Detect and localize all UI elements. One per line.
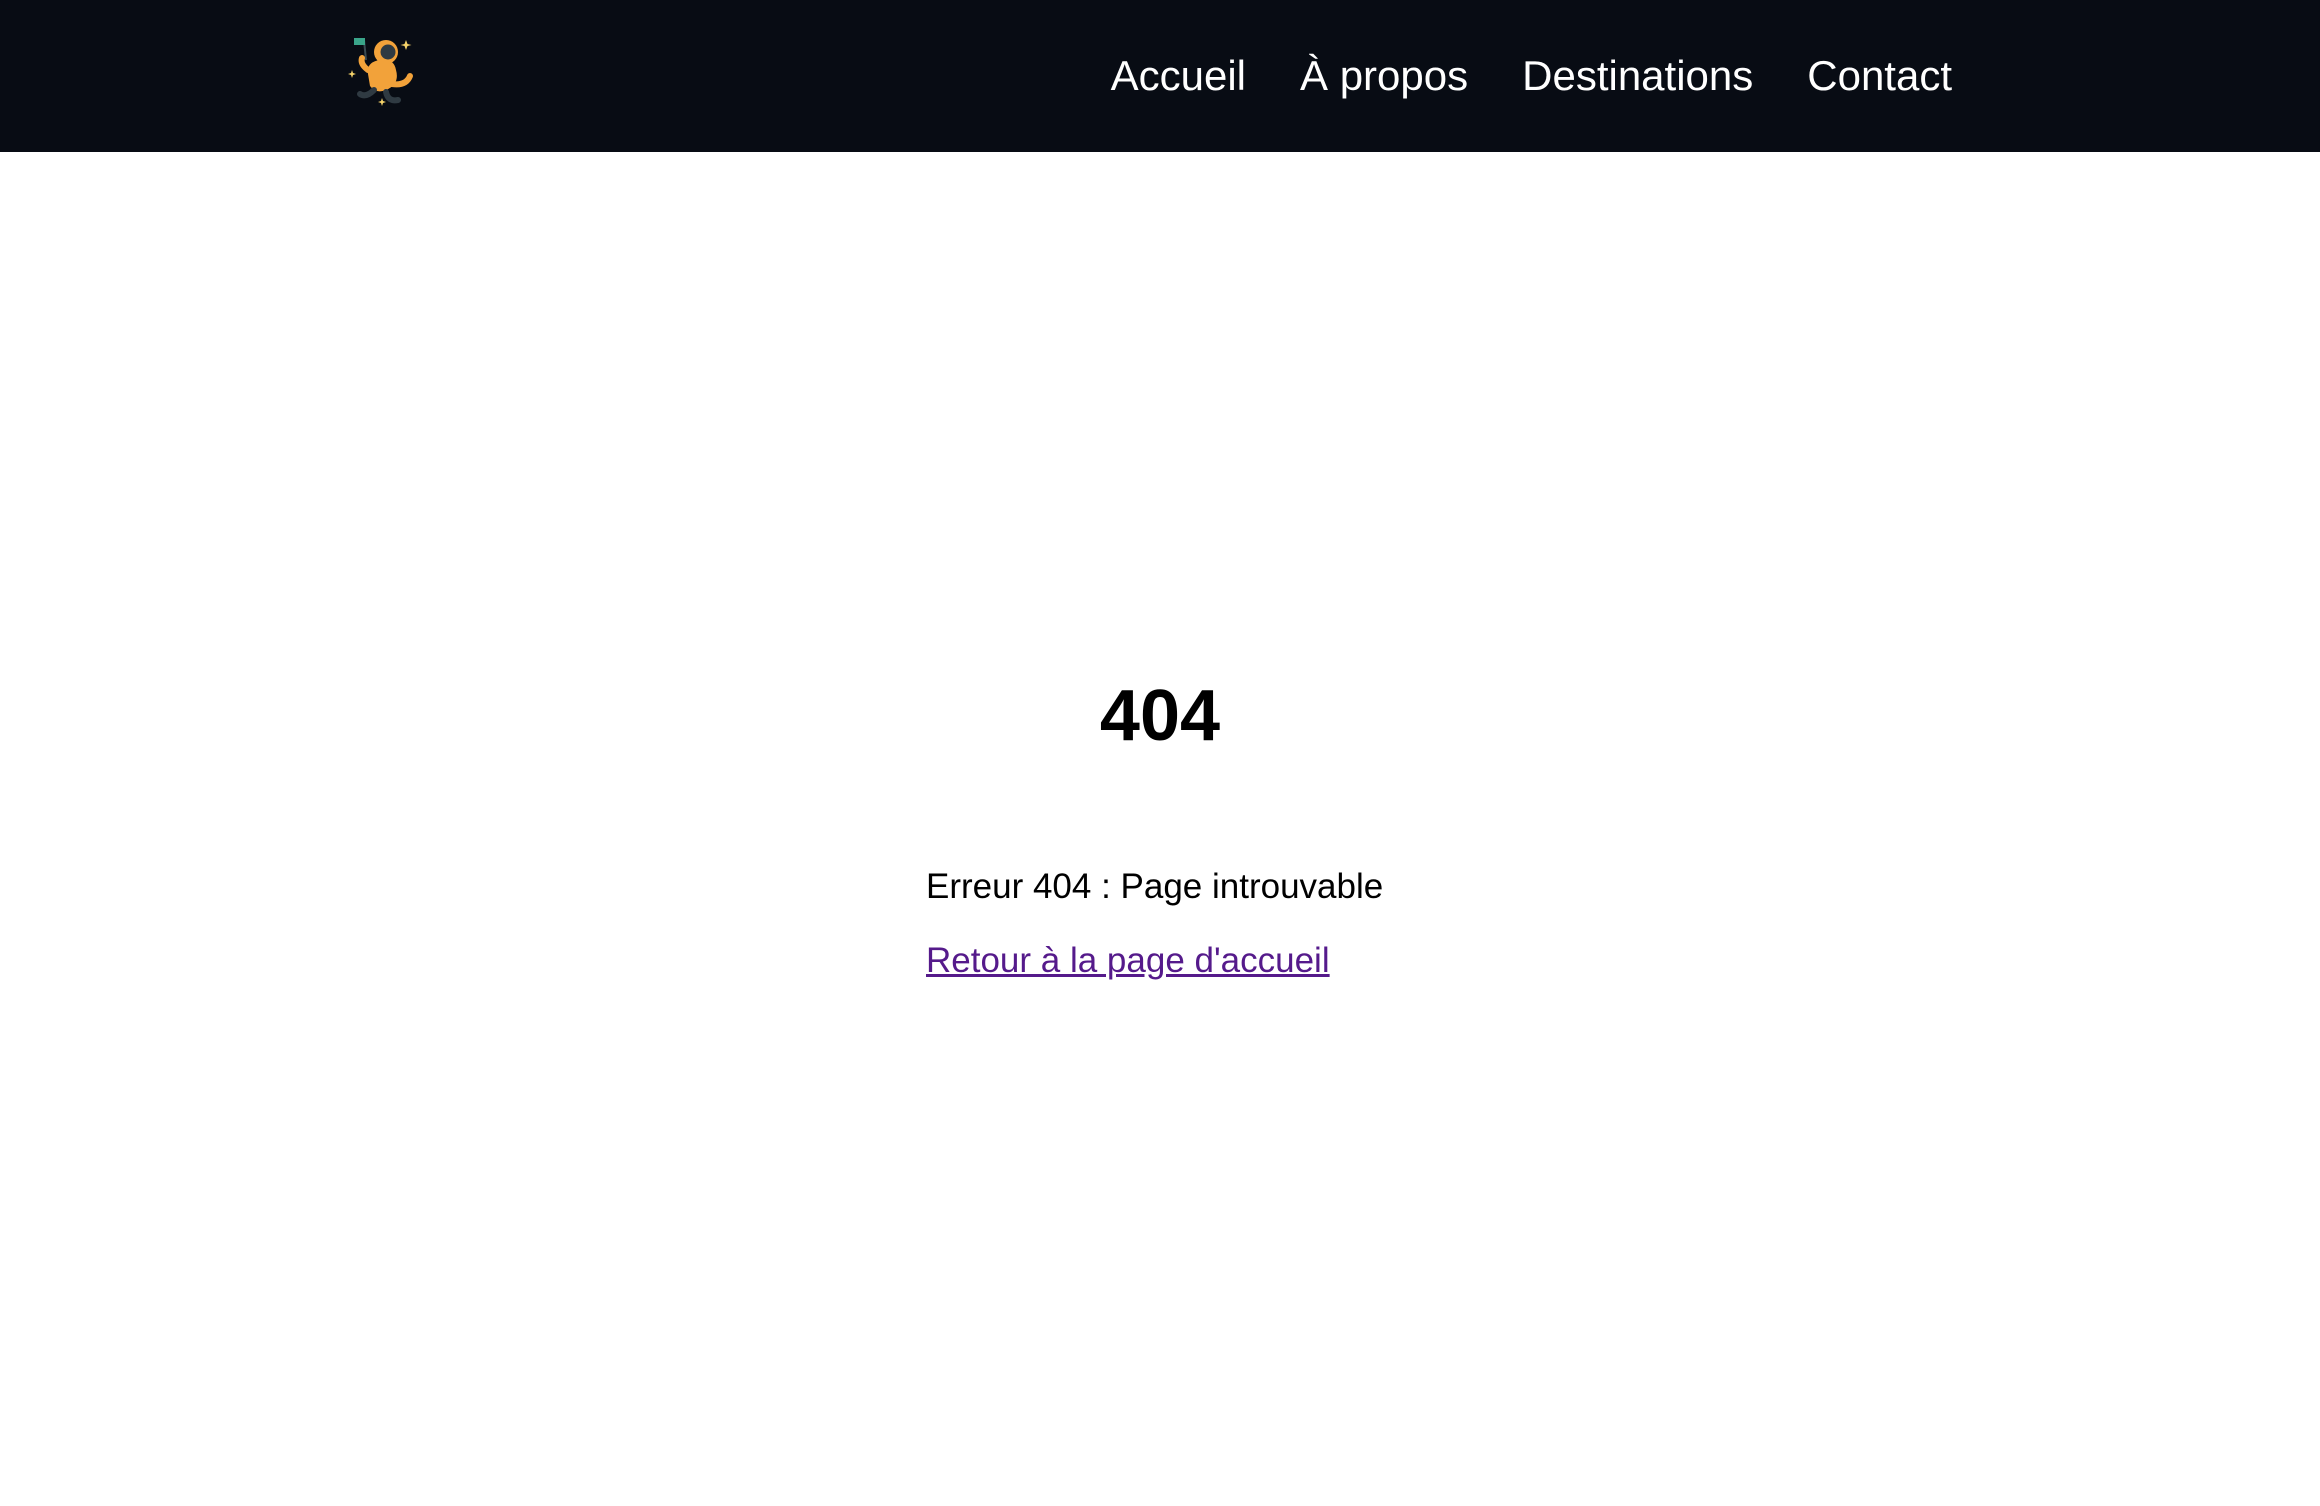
error-content: Erreur 404 : Page introuvable Retour à l… [926, 866, 1826, 982]
nav-link-contact[interactable]: Contact [1807, 55, 1952, 97]
error-code-title: 404 [1099, 676, 1221, 756]
nav-link-accueil[interactable]: Accueil [1111, 55, 1246, 97]
main-nav: Accueil À propos Destinations Contact [1111, 0, 1952, 152]
error-message: Erreur 404 : Page introuvable [926, 867, 1384, 906]
site-header: Accueil À propos Destinations Contact [0, 0, 2320, 152]
nav-link-a-propos[interactable]: À propos [1300, 55, 1468, 97]
home-link[interactable]: Retour à la page d'accueil [926, 940, 1330, 982]
nav-link-destinations[interactable]: Destinations [1522, 55, 1753, 97]
astronaut-icon[interactable] [346, 34, 420, 108]
